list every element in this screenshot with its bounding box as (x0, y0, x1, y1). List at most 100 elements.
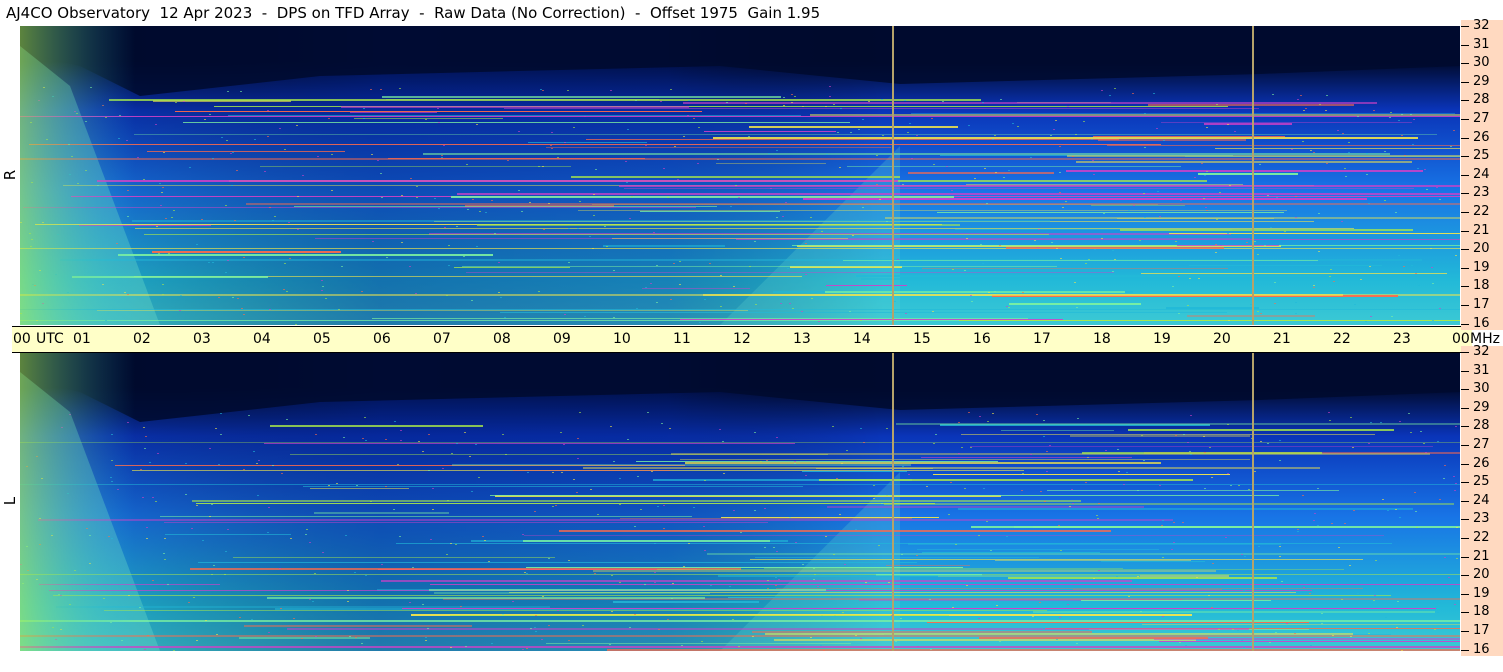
freq-tick (1461, 44, 1469, 46)
freq-tick-label: 31 (1473, 362, 1490, 378)
freq-tick-label: 25 (1473, 474, 1490, 490)
freq-tick-label: 20 (1473, 567, 1490, 583)
freq-tick-label: 22 (1473, 530, 1490, 545)
freq-tick (1461, 174, 1469, 176)
freq-tick-label: 30 (1473, 55, 1490, 71)
window-title: AJ4CO Observatory 12 Apr 2023 - DPS on T… (6, 4, 821, 22)
freq-tick-label: 29 (1473, 399, 1490, 415)
freq-tick (1461, 631, 1469, 632)
freq-tick (1461, 556, 1469, 558)
freq-tick-label: 20 (1473, 241, 1490, 257)
cursor-line[interactable] (892, 26, 894, 325)
freq-tick-label: 18 (1473, 604, 1490, 620)
time-tick-label: 07 (433, 331, 451, 347)
freq-tick (1461, 267, 1469, 269)
time-tick-label: 03 (193, 331, 211, 347)
freq-tick (1461, 649, 1469, 651)
time-tick-label: 01 (73, 331, 91, 347)
freq-tick (1461, 156, 1469, 158)
freq-tick-label: 21 (1473, 222, 1490, 238)
freq-tick-label: 27 (1473, 111, 1490, 126)
freq-tick (1461, 352, 1469, 353)
freq-tick-label: 22 (1473, 204, 1490, 219)
freq-tick-label: 25 (1473, 148, 1490, 164)
time-axis: 00 UTC 01 02 03 04 05 06 07 08 09 10 11 12 13 14 15 16 17 1… (12, 326, 1500, 353)
freq-tick-label: 21 (1473, 548, 1490, 564)
freq-tick (1461, 575, 1469, 577)
freq-tick-label: 29 (1473, 73, 1490, 89)
freq-tick-label: 30 (1473, 381, 1490, 397)
time-tick-label: 23 (1393, 331, 1411, 347)
freq-tick-label: 23 (1473, 185, 1490, 201)
freq-tick-label: 26 (1473, 455, 1490, 471)
freq-tick-label: 31 (1473, 36, 1490, 52)
time-tick-label: 10 (613, 331, 631, 347)
time-tick-label: 00 (1452, 331, 1470, 347)
time-tick-label: 18 (1093, 331, 1111, 347)
time-tick-label: 12 (733, 331, 751, 347)
time-tick-label: 16 (973, 331, 991, 347)
time-tick-label: 00 (13, 331, 31, 347)
freq-axis-top: 32 31 30 29 28 27 26 25 24 23 22 21 20 19 18 17 16 (1461, 18, 1503, 331)
lcp-spectrogram[interactable] (20, 352, 1460, 651)
freq-tick (1461, 389, 1469, 391)
freq-tick-label: 16 (1473, 641, 1490, 657)
freq-tick-label: 19 (1473, 259, 1490, 275)
freq-tick (1461, 119, 1469, 120)
freq-tick-label: 27 (1473, 437, 1490, 452)
freq-tick (1461, 426, 1469, 428)
lcp-label: L C P (0, 446, 91, 556)
freq-tick (1461, 482, 1469, 484)
rcp-spectrogram[interactable] (20, 26, 1460, 325)
freq-tick (1461, 463, 1469, 465)
freq-tick-label: 19 (1473, 585, 1490, 601)
freq-tick (1461, 100, 1469, 102)
freq-tick-label: 28 (1473, 418, 1490, 434)
time-tick-label: 22 (1333, 331, 1351, 347)
freq-tick (1461, 249, 1469, 251)
freq-tick-label: 18 (1473, 278, 1490, 294)
time-tick-label: 21 (1273, 331, 1291, 347)
freq-tick (1461, 500, 1469, 502)
freq-tick (1461, 193, 1469, 195)
time-tick-label: 04 (253, 331, 271, 347)
time-tick-label: 19 (1153, 331, 1171, 347)
freq-tick (1461, 519, 1469, 521)
time-tick-label: 06 (373, 331, 391, 347)
freq-tick (1461, 612, 1469, 614)
time-tick-label: 14 (853, 331, 871, 347)
freq-tick (1461, 323, 1469, 325)
freq-tick (1461, 212, 1469, 213)
freq-tick (1461, 370, 1469, 372)
freq-tick (1461, 230, 1469, 232)
freq-tick (1461, 538, 1469, 539)
freq-tick-label: 26 (1473, 129, 1490, 145)
freq-tick-label: 17 (1473, 623, 1490, 638)
freq-tick (1461, 407, 1469, 409)
time-tick-label: 11 (673, 331, 691, 347)
cursor-line[interactable] (1252, 352, 1254, 651)
time-tick-label: 05 (313, 331, 331, 347)
freq-tick (1461, 593, 1469, 595)
freq-tick-label: 16 (1473, 315, 1490, 331)
time-tick-label: 20 (1213, 331, 1231, 347)
time-tick-label: 02 (133, 331, 151, 347)
freq-tick (1461, 81, 1469, 83)
freq-tick (1461, 305, 1469, 306)
cursor-line[interactable] (1252, 26, 1254, 325)
freq-tick-label: 28 (1473, 92, 1490, 108)
freq-tick-label: 17 (1473, 297, 1490, 312)
freq-tick-label: 32 (1473, 344, 1490, 359)
freq-tick (1461, 445, 1469, 446)
time-tick-label: 15 (913, 331, 931, 347)
time-tick-label: UTC (36, 331, 64, 347)
freq-axis-bottom: 32 31 30 29 28 27 26 25 24 23 22 21 20 19 18 17 16 (1461, 344, 1503, 657)
freq-tick-label: 24 (1473, 492, 1490, 508)
spectrogram-image (20, 352, 1460, 651)
time-tick-label: 17 (1033, 331, 1051, 347)
freq-tick-label: 32 (1473, 18, 1490, 33)
freq-tick-label: 23 (1473, 511, 1490, 527)
spectrogram-image (20, 26, 1460, 325)
freq-tick (1461, 286, 1469, 288)
cursor-line[interactable] (892, 352, 894, 651)
